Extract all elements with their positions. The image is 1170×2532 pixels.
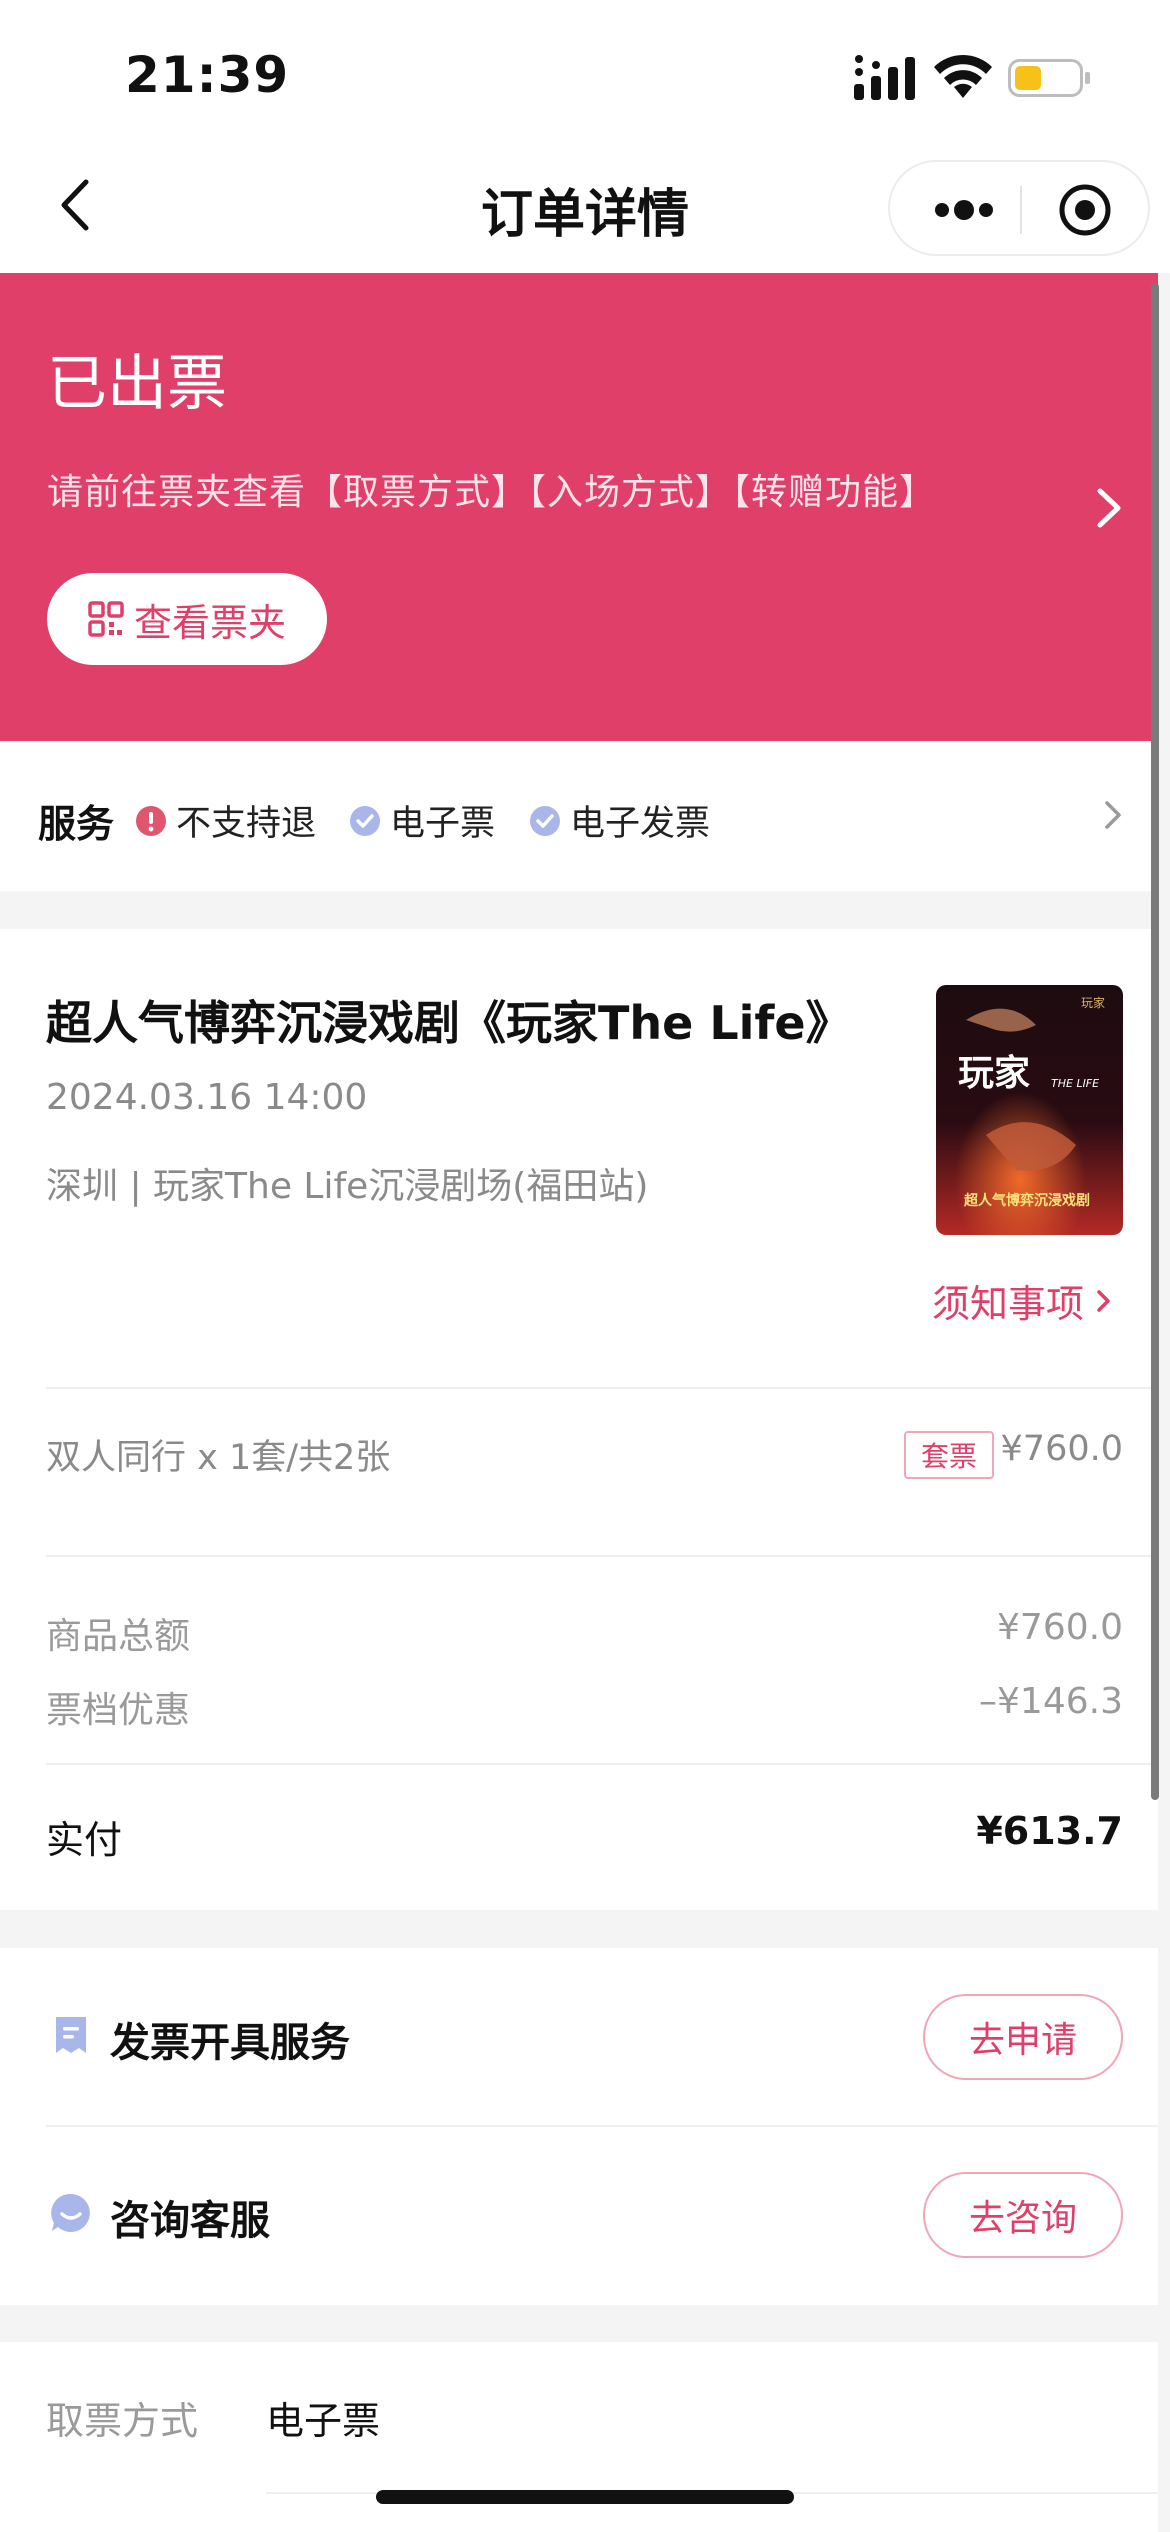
poster-subtitle: THE LIFE [1051,1077,1099,1090]
show-datetime: 2024.03.16 14:00 [46,1077,368,1118]
check-icon [350,805,380,836]
service-actions-card: 发票开具服务 去申请 咨询客服 去咨询 [0,1948,1158,2305]
card-divider [46,1555,1158,1557]
ticket-status-banner[interactable]: 已出票 请前往票夹查看【取票方式】【入场方式】【转赠功能】 查看票夹 [0,273,1158,741]
pickup-method-label: 取票方式 [46,2399,199,2443]
service-item-label: 电子发票 [570,804,711,844]
poster-title: 玩家 [958,1053,1030,1094]
home-indicator[interactable] [376,2490,794,2504]
status-time: 21:39 [125,46,290,104]
chevron-right-icon [1097,1289,1110,1312]
svg-text:玩家: 玩家 [1081,995,1105,1010]
order-detail-screen: 21:39 订单详情 已出票 请前往票夹查看【取票方式】【入场方式】【转赠功能】… [0,0,1170,2532]
capsule-divider [1020,186,1022,234]
invoice-icon [56,2017,86,2053]
more-dots-icon [935,200,993,220]
pickup-method-value: 电子票 [266,2399,381,2443]
ticket-status: 已出票 [47,349,227,419]
ticket-quantity: 双人同行 x 1套/共2张 [46,1438,391,1478]
subtotal-label: 商品总额 [46,1616,191,1657]
qr-code-icon [88,601,124,637]
invoice-service-label: 发票开具服务 [110,2020,350,2066]
chevron-right-icon [1105,801,1121,829]
scrollbar[interactable] [1151,283,1159,1800]
contact-service-button[interactable]: 去咨询 [923,2172,1123,2258]
notice-link[interactable]: 须知事项 [932,1273,1114,1328]
show-title[interactable]: 超人气博弈沉浸戏剧《玩家The Life》 [46,987,852,1053]
cellular-signal-icon [854,55,915,100]
service-item-e-invoice: 电子发票 [530,795,710,846]
customer-service-row[interactable]: 咨询客服 去咨询 [0,2126,1158,2304]
view-ticket-wallet-button[interactable]: 查看票夹 [47,573,327,665]
ticket-wallet-hint: 请前往票夹查看【取票方式】【入场方式】【转赠功能】 [47,472,937,513]
view-ticket-wallet-label: 查看票夹 [133,600,286,645]
apply-invoice-button[interactable]: 去申请 [923,1994,1123,2080]
card-divider [46,1387,1158,1389]
wifi-icon [934,54,992,98]
chat-icon [51,2193,90,2232]
subtotal-value: ¥760.0 [997,1607,1123,1648]
discount-label: 票档优惠 [46,1690,191,1731]
card-divider [46,1763,1158,1765]
service-item-e-ticket: 电子票 [350,795,495,846]
order-card: 超人气博弈沉浸戏剧《玩家The Life》 2024.03.16 14:00 深… [0,929,1158,1910]
service-title: 服务 [38,802,115,846]
paid-amount: ¥613.7 [976,1809,1123,1853]
discount-value: –¥146.3 [979,1681,1123,1722]
package-tag: 套票 [904,1431,994,1479]
invoice-row[interactable]: 发票开具服务 去申请 [0,1948,1158,2127]
alert-icon [136,805,166,836]
service-row[interactable]: 服务 不支持退 电子票 电子发票 [0,741,1158,891]
nav-bar: 订单详情 [0,150,1170,273]
check-icon [530,805,560,836]
service-item-no-refund: 不支持退 [136,795,316,846]
status-bar: 21:39 [0,0,1170,150]
paid-label: 实付 [46,1818,123,1862]
battery-icon [1008,59,1090,97]
more-button[interactable] [924,182,1004,238]
ticket-price: ¥760.0 [1000,1429,1123,1469]
close-miniapp-button[interactable] [1056,182,1114,238]
poster-image: 玩家 玩家 THE LIFE 超人气博弈沉浸戏剧 [936,985,1123,1235]
service-item-label: 电子票 [390,804,496,844]
customer-service-label: 咨询客服 [110,2198,270,2244]
service-item-label: 不支持退 [176,804,317,844]
show-venue: 深圳 | 玩家The Life沉浸剧场(福田站) [46,1166,649,1207]
chevron-right-icon [1097,488,1121,528]
poster-tagline: 超人气博弈沉浸戏剧 [963,1192,1090,1209]
show-poster[interactable]: 玩家 玩家 THE LIFE 超人气博弈沉浸戏剧 [936,985,1123,1235]
target-icon [1059,184,1111,236]
miniapp-capsule [888,160,1150,256]
notice-link-label: 须知事项 [932,1282,1085,1326]
